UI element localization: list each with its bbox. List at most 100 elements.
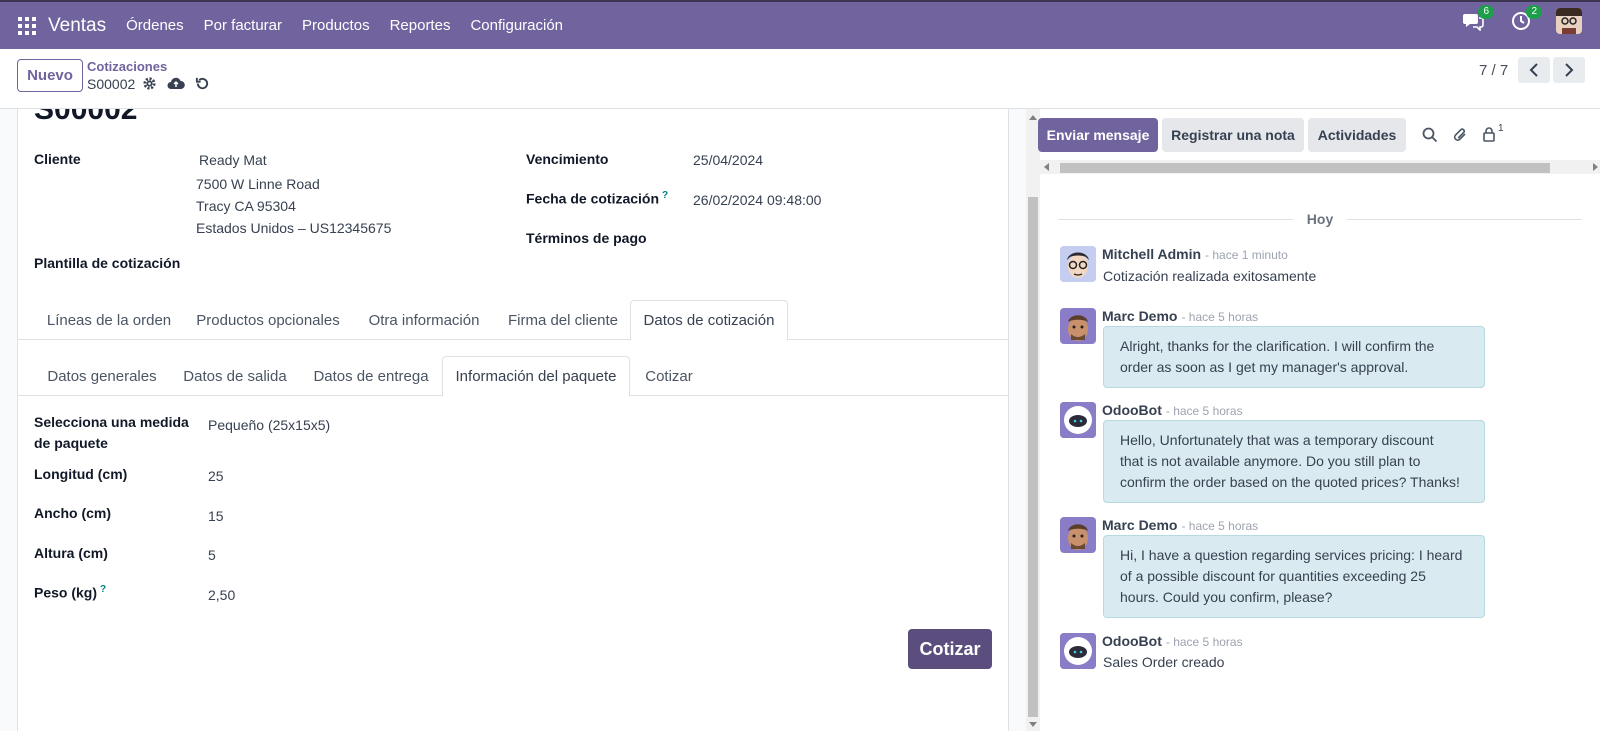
menu-configuracion[interactable]: Configuración xyxy=(470,17,563,34)
log-note-button[interactable]: Registrar una nota xyxy=(1162,118,1304,152)
help-tooltip-icon[interactable]: ? xyxy=(662,190,668,201)
author-name[interactable]: Mitchell Admin xyxy=(1102,246,1201,262)
message-body-line: Alright, thanks for the clarification. I… xyxy=(1120,338,1435,354)
plantilla-label: Plantilla de cotización xyxy=(34,255,181,271)
author-name[interactable]: Marc Demo xyxy=(1102,517,1177,533)
paperclip-icon[interactable] xyxy=(1452,126,1468,144)
medida-paquete-label-2: de paquete xyxy=(34,435,108,451)
scroll-left-arrow-icon[interactable] xyxy=(1044,163,1049,171)
lock-followers-icon[interactable] xyxy=(1482,126,1496,142)
message-time: - hace 5 horas xyxy=(1165,404,1243,418)
activities-button[interactable]: 2 xyxy=(1508,5,1542,34)
message-time: - hace 5 horas xyxy=(1181,519,1259,533)
avatar[interactable] xyxy=(1060,517,1096,553)
fecha-cotizacion-label-text: Fecha de cotización xyxy=(526,190,660,207)
form-scrollbar[interactable] xyxy=(1026,109,1040,731)
scroll-down-arrow-icon[interactable] xyxy=(1029,722,1037,727)
avatar[interactable] xyxy=(1060,308,1096,344)
fecha-cotizacion-field[interactable]: 26/02/2024 09:48:00 xyxy=(693,192,821,208)
chevron-left-icon xyxy=(1529,63,1538,77)
chevron-right-icon xyxy=(1565,63,1574,77)
user-avatar-icon xyxy=(1556,8,1582,34)
message-body-line: of a possible discount for quantities ex… xyxy=(1120,568,1426,584)
odoobot-avatar-icon xyxy=(1060,633,1096,669)
altura-field[interactable]: 5 xyxy=(208,547,216,563)
author-name[interactable]: OdooBot xyxy=(1102,402,1162,418)
peso-field[interactable]: 2,50 xyxy=(208,587,235,603)
cotizar-button[interactable]: Cotizar xyxy=(908,629,992,669)
scroll-right-arrow-icon[interactable] xyxy=(1593,163,1598,171)
send-message-button[interactable]: Enviar mensaje xyxy=(1038,118,1158,152)
author-name[interactable]: OdooBot xyxy=(1102,633,1162,649)
message-body-line: confirm the order based on the quoted pr… xyxy=(1120,474,1460,490)
ancho-label: Ancho (cm) xyxy=(34,505,111,521)
menu-ordenes[interactable]: Órdenes xyxy=(126,17,184,34)
tab-lineas-orden[interactable]: Líneas de la orden xyxy=(34,300,184,340)
pager-next-button[interactable] xyxy=(1553,57,1585,83)
message-author: Mitchell Admin - hace 1 minuto xyxy=(1102,246,1288,262)
menu-reportes[interactable]: Reportes xyxy=(390,17,451,34)
pager-value: 7 / 7 xyxy=(1479,62,1509,79)
vencimiento-field[interactable]: 25/04/2024 xyxy=(693,152,763,168)
avatar[interactable] xyxy=(1060,402,1096,438)
message-body-line: that is not available anymore. Do you st… xyxy=(1120,453,1421,469)
tab-datos-generales[interactable]: Datos generales xyxy=(34,356,170,396)
breadcrumb-record: S00002 xyxy=(87,76,136,92)
help-tooltip-icon[interactable]: ? xyxy=(100,584,106,595)
activities-count-badge: 2 xyxy=(1526,5,1542,19)
tab-firma-cliente[interactable]: Firma del cliente xyxy=(496,300,630,340)
messaging-button[interactable]: 6 xyxy=(1460,5,1494,34)
tab-productos-opcionales[interactable]: Productos opcionales xyxy=(184,300,352,340)
cliente-address-line: Estados Unidos – US12345675 xyxy=(196,220,392,236)
author-name[interactable]: Marc Demo xyxy=(1102,308,1177,324)
top-navbar: Ventas Órdenes Por facturar Productos Re… xyxy=(0,0,1600,49)
pager-previous-button[interactable] xyxy=(1518,57,1550,83)
message-bubble: Hi, I have a question regarding services… xyxy=(1103,535,1485,618)
activities-button[interactable]: Actividades xyxy=(1308,118,1406,152)
menu-por-facturar[interactable]: Por facturar xyxy=(204,17,282,34)
apps-grid-icon[interactable] xyxy=(18,16,36,35)
message-time: - hace 5 horas xyxy=(1181,310,1259,324)
message-author: Marc Demo - hace 5 horas xyxy=(1102,308,1258,324)
date-separator-label: Hoy xyxy=(1306,211,1334,227)
scrollbar-thumb[interactable] xyxy=(1028,197,1038,717)
scroll-up-arrow-icon[interactable] xyxy=(1029,115,1037,120)
longitud-field[interactable]: 25 xyxy=(208,468,224,484)
search-icon[interactable] xyxy=(1422,127,1438,143)
new-button[interactable]: Nuevo xyxy=(17,59,83,92)
odoobot-avatar-icon xyxy=(1060,402,1096,438)
scrollbar-thumb[interactable] xyxy=(1060,163,1550,173)
tab-datos-cotizacion[interactable]: Datos de cotización xyxy=(630,300,788,341)
cloud-upload-icon[interactable] xyxy=(167,76,185,91)
marc-demo-avatar-icon xyxy=(1060,517,1096,553)
tab-otra-informacion[interactable]: Otra información xyxy=(352,300,496,340)
breadcrumb-parent[interactable]: Cotizaciones xyxy=(87,59,167,74)
chatter-horizontal-scrollbar[interactable] xyxy=(1040,160,1600,174)
user-avatar[interactable] xyxy=(1556,8,1582,34)
tab-informacion-paquete[interactable]: Información del paquete xyxy=(442,356,630,397)
fecha-cotizacion-label: Fecha de cotización? xyxy=(526,190,668,207)
tab-cotizar[interactable]: Cotizar xyxy=(630,356,708,396)
message-bubble: Alright, thanks for the clarification. I… xyxy=(1103,326,1485,388)
terminos-pago-label: Términos de pago xyxy=(526,230,647,246)
tab-datos-entrega[interactable]: Datos de entrega xyxy=(300,356,442,396)
mitchell-admin-avatar-icon xyxy=(1060,246,1096,282)
gear-icon[interactable] xyxy=(142,76,157,91)
app-name[interactable]: Ventas xyxy=(48,15,106,37)
longitud-label: Longitud (cm) xyxy=(34,466,128,482)
ancho-field[interactable]: 15 xyxy=(208,508,224,524)
cliente-label: Cliente xyxy=(34,151,81,167)
medida-paquete-select[interactable]: Pequeño (25x15x5) xyxy=(208,417,330,433)
vencimiento-label: Vencimiento xyxy=(526,151,609,167)
tab-datos-salida[interactable]: Datos de salida xyxy=(170,356,300,396)
message-body: Cotización realizada exitosamente xyxy=(1103,268,1317,284)
menu-productos[interactable]: Productos xyxy=(302,17,370,34)
chatter-panel: Enviar mensaje Registrar una nota Activi… xyxy=(1038,109,1600,731)
message-time: - hace 5 horas xyxy=(1165,635,1243,649)
avatar[interactable] xyxy=(1060,246,1096,282)
undo-icon[interactable] xyxy=(195,76,210,91)
date-separator: Hoy xyxy=(1058,209,1583,229)
form-sheet: S00002 Cliente Ready Mat 7500 W Linne Ro… xyxy=(17,109,1009,731)
avatar[interactable] xyxy=(1060,633,1096,669)
cliente-name[interactable]: Ready Mat xyxy=(199,152,267,168)
